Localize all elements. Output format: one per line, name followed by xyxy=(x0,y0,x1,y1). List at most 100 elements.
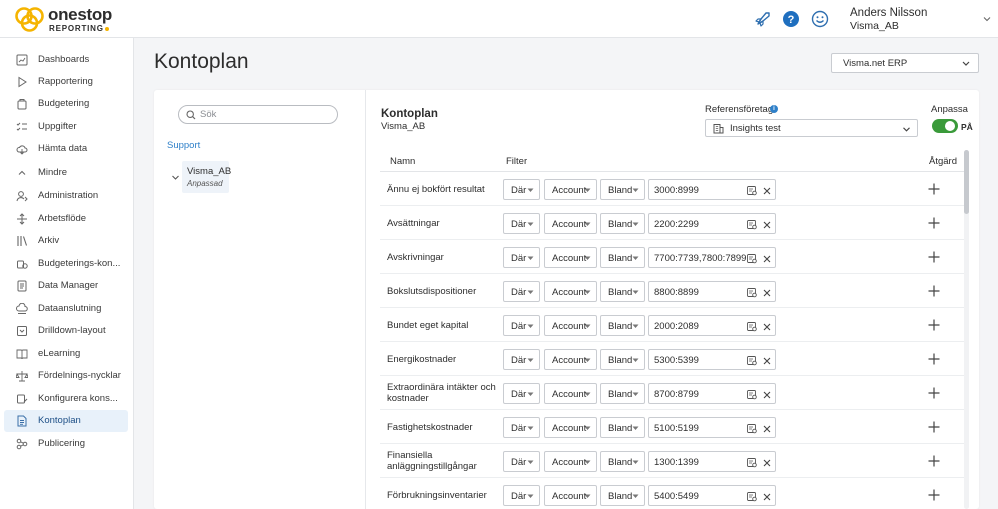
sidebar-item-mindre[interactable]: Mindre xyxy=(4,162,128,184)
chevron-down-icon[interactable] xyxy=(171,173,180,182)
sidebar-item-elearning[interactable]: eLearning xyxy=(4,343,128,365)
filter-value-input[interactable]: 8700:8799 xyxy=(648,383,776,404)
smiley-icon[interactable] xyxy=(811,10,829,28)
add-icon[interactable] xyxy=(928,421,940,433)
edit-list-icon[interactable] xyxy=(747,390,758,400)
close-icon[interactable] xyxy=(763,289,771,297)
where-select[interactable]: Där xyxy=(503,247,540,268)
sidebar-item-budgeterings-kon[interactable]: Budgeterings-kon... xyxy=(4,253,128,275)
field-select[interactable]: Account xyxy=(544,451,597,472)
sidebar-item-kontoplan[interactable]: Kontoplan xyxy=(4,410,128,432)
filter-value-input[interactable]: 5100:5199 xyxy=(648,417,776,438)
filter-value-input[interactable]: 5400:5499 xyxy=(648,485,776,506)
operator-select[interactable]: Bland xyxy=(600,485,645,506)
close-icon[interactable] xyxy=(763,187,771,195)
where-select[interactable]: Där xyxy=(503,451,540,472)
sidebar-item-rapportering[interactable]: Rapportering xyxy=(4,71,128,93)
edit-list-icon[interactable] xyxy=(747,424,758,434)
filter-value-input[interactable]: 2200:2299 xyxy=(648,213,776,234)
where-select[interactable]: Där xyxy=(503,213,540,234)
where-select[interactable]: Där xyxy=(503,417,540,438)
rocket-icon[interactable] xyxy=(754,10,772,28)
sidebar-item-uppgifter[interactable]: Uppgifter xyxy=(4,116,128,138)
edit-list-icon[interactable] xyxy=(747,322,758,332)
help-icon[interactable]: ? xyxy=(782,10,800,28)
add-icon[interactable] xyxy=(928,319,940,331)
support-link[interactable]: Support xyxy=(167,140,200,151)
erp-select[interactable]: Visma.net ERP xyxy=(831,53,979,73)
operator-select[interactable]: Bland xyxy=(600,213,645,234)
chevron-down-icon[interactable] xyxy=(982,14,992,24)
filter-value-input[interactable]: 5300:5399 xyxy=(648,349,776,370)
field-select[interactable]: Account xyxy=(544,383,597,404)
operator-select[interactable]: Bland xyxy=(600,281,645,302)
sidebar-item-budgetering[interactable]: Budgetering xyxy=(4,93,128,115)
add-icon[interactable] xyxy=(928,183,940,195)
info-icon[interactable]: i xyxy=(770,105,778,113)
operator-select[interactable]: Bland xyxy=(600,349,645,370)
field-select[interactable]: Account xyxy=(544,485,597,506)
search-input[interactable] xyxy=(200,108,330,121)
close-icon[interactable] xyxy=(763,493,771,501)
add-icon[interactable] xyxy=(928,455,940,467)
onestop-logo[interactable]: onestop REPORTING xyxy=(14,4,124,34)
field-select[interactable]: Account xyxy=(544,417,597,438)
search-box[interactable] xyxy=(178,105,338,124)
filter-value-input[interactable]: 1300:1399 xyxy=(648,451,776,472)
filter-value-input[interactable]: 2000:2089 xyxy=(648,315,776,336)
sidebar-item-dashboards[interactable]: Dashboards xyxy=(4,49,128,71)
where-select[interactable]: Där xyxy=(503,179,540,200)
edit-list-icon[interactable] xyxy=(747,288,758,298)
sidebar-item-drilldown-layout[interactable]: Drilldown-layout xyxy=(4,320,128,342)
close-icon[interactable] xyxy=(763,425,771,433)
field-select[interactable]: Account xyxy=(544,281,597,302)
sidebar-item-hämta-data[interactable]: Hämta data xyxy=(4,138,128,160)
close-icon[interactable] xyxy=(763,255,771,263)
edit-list-icon[interactable] xyxy=(747,220,758,230)
field-select[interactable]: Account xyxy=(544,315,597,336)
add-icon[interactable] xyxy=(928,217,940,229)
sidebar-item-arbetsflöde[interactable]: Arbetsflöde xyxy=(4,208,128,230)
where-select[interactable]: Där xyxy=(503,383,540,404)
edit-list-icon[interactable] xyxy=(747,356,758,366)
where-select[interactable]: Där xyxy=(503,281,540,302)
filter-value-input[interactable]: 7700:7739,7800:7899 xyxy=(648,247,776,268)
add-icon[interactable] xyxy=(928,489,940,501)
sidebar-item-konfigurera-kons[interactable]: Konfigurera kons... xyxy=(4,388,128,410)
close-icon[interactable] xyxy=(763,391,771,399)
edit-list-icon[interactable] xyxy=(747,458,758,468)
tree-node-visma[interactable]: Visma_AB Anpassad xyxy=(182,161,231,193)
close-icon[interactable] xyxy=(763,357,771,365)
close-icon[interactable] xyxy=(763,323,771,331)
close-icon[interactable] xyxy=(763,221,771,229)
sidebar-item-administration[interactable]: Administration xyxy=(4,185,128,207)
sidebar-item-publicering[interactable]: Publicering xyxy=(4,433,128,455)
sidebar-item-arkiv[interactable]: Arkiv xyxy=(4,230,128,252)
add-icon[interactable] xyxy=(928,353,940,365)
field-select[interactable]: Account xyxy=(544,247,597,268)
field-select[interactable]: Account xyxy=(544,349,597,370)
add-icon[interactable] xyxy=(928,387,940,399)
filter-value-input[interactable]: 3000:8999 xyxy=(648,179,776,200)
scrollbar-thumb[interactable] xyxy=(964,150,969,214)
user-org[interactable]: Visma_AB xyxy=(850,20,899,32)
edit-list-icon[interactable] xyxy=(747,254,758,264)
operator-select[interactable]: Bland xyxy=(600,247,645,268)
edit-list-icon[interactable] xyxy=(747,492,758,502)
add-icon[interactable] xyxy=(928,285,940,297)
operator-select[interactable]: Bland xyxy=(600,315,645,336)
operator-select[interactable]: Bland xyxy=(600,383,645,404)
field-select[interactable]: Account xyxy=(544,179,597,200)
sidebar-item-data-manager[interactable]: Data Manager xyxy=(4,275,128,297)
close-icon[interactable] xyxy=(763,459,771,467)
user-name[interactable]: Anders Nilsson xyxy=(850,7,927,19)
filter-value-input[interactable]: 8800:8899 xyxy=(648,281,776,302)
customize-toggle[interactable] xyxy=(932,119,958,133)
reference-select[interactable]: Insights test xyxy=(705,119,918,137)
sidebar-item-dataanslutning[interactable]: Dataanslutning xyxy=(4,298,128,320)
add-icon[interactable] xyxy=(928,251,940,263)
where-select[interactable]: Där xyxy=(503,315,540,336)
field-select[interactable]: Account xyxy=(544,213,597,234)
operator-select[interactable]: Bland xyxy=(600,417,645,438)
where-select[interactable]: Där xyxy=(503,485,540,506)
